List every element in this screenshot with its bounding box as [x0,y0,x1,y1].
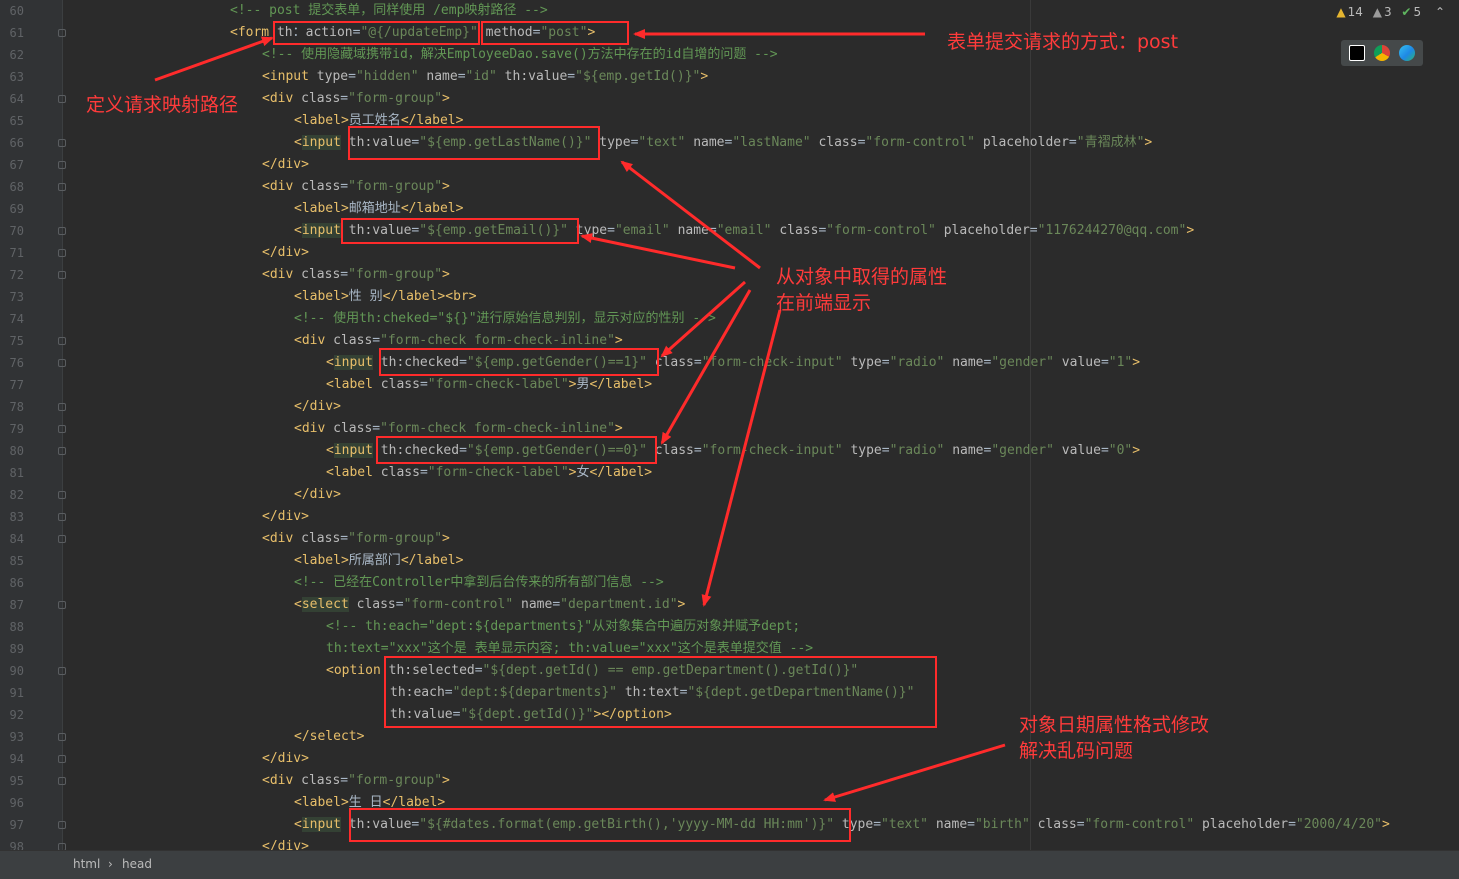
annotation-date-line2: 解决乱码问题 [1019,740,1134,762]
annotation-route: 定义请求映射路径 [86,94,239,116]
arrow-lastname [620,160,761,270]
highlight-gender1-box [379,348,659,376]
ok-count: 5 [1413,5,1422,19]
weak-warning-icon: ▲ [1372,5,1382,19]
arrow-birth [823,743,1006,802]
breadcrumb-item-html[interactable]: html [73,857,100,871]
warning-count: 14 [1347,5,1363,19]
edge-icon[interactable] [1399,45,1415,61]
arrow-department [701,309,782,607]
intellij-icon[interactable] [1349,45,1365,61]
warning-icon: ▲ [1336,5,1346,19]
breadcrumb-separator: › [108,857,113,871]
inspection-widget[interactable]: ▲ 14 ▲ 3 ✔ 5 ⌃ [1330,5,1445,19]
annotation-props-line1: 从对象中取得的属性 [776,266,948,288]
typo-check-icon: ✔ [1401,5,1412,19]
collapse-chevron-icon[interactable]: ⌃ [1435,5,1445,19]
highlight-email-box [341,218,579,244]
annotation-props-line2: 在前端显示 [776,292,872,314]
highlight-lastname-box [348,126,600,160]
annotation-method: 表单提交请求的方式：post [947,31,1179,53]
breadcrumb-item-head[interactable]: head [122,857,152,871]
highlight-option-box [384,656,937,728]
weak-warning-count: 3 [1383,5,1392,19]
highlight-gender0-box [376,436,657,464]
highlight-method-box [481,21,629,45]
arrow-email [580,233,736,270]
arrow-gender-0 [660,289,752,445]
vertical-scrollbar[interactable] [1446,0,1459,850]
arrow-route [154,36,274,82]
highlight-action-box [273,21,480,45]
highlight-birth-box [349,808,851,842]
annotation-date-line1: 对象日期属性格式修改 [1019,714,1210,736]
chrome-icon[interactable] [1374,45,1390,61]
browser-preview-toolbar [1341,40,1423,66]
breadcrumb: html › head [0,850,1459,879]
